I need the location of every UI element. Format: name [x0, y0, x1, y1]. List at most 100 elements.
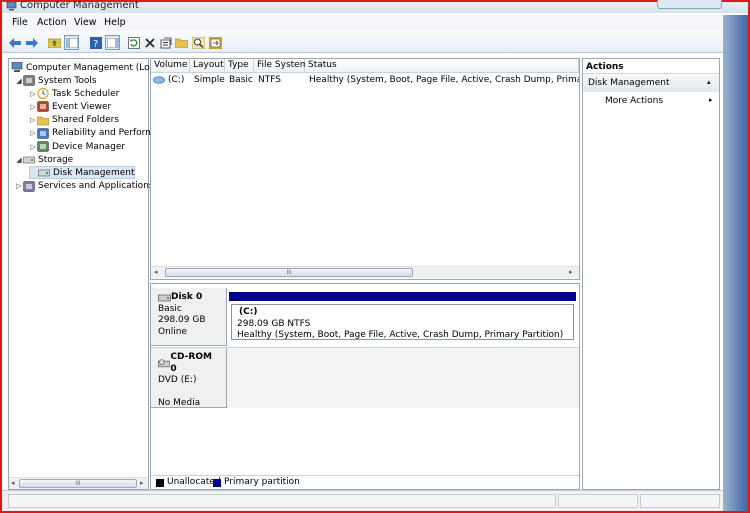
tree-item-storage[interactable]: ◢ Storage [15, 153, 73, 166]
cdrom-0-label[interactable]: CD-ROM 0 DVD (E:) No Media [151, 348, 227, 408]
tree-item-system-tools[interactable]: ◢ System Tools [15, 74, 97, 87]
actions-title: Actions [586, 62, 624, 72]
menu-action[interactable]: Action [37, 17, 67, 28]
back-button[interactable] [7, 35, 22, 50]
menu-view[interactable]: View [74, 17, 97, 28]
tree-item-label: Storage [38, 154, 74, 165]
help-button[interactable]: ? [88, 35, 103, 50]
cdrom-media-area [227, 348, 579, 408]
tree-item-label: Disk Management [53, 167, 135, 178]
tree-item-shared-folders[interactable]: ▷ Shared Folders [29, 114, 119, 127]
volume-scroll-thumb[interactable]: III [165, 268, 413, 277]
event-viewer-icon [37, 101, 49, 113]
tree-item-root[interactable]: Computer Management (Local [11, 61, 163, 74]
tree-item-services-and-applications[interactable]: ▷ Services and Applications [15, 180, 154, 193]
collapse-icon[interactable]: ◢ [15, 77, 23, 85]
tree-scroll-thumb[interactable]: III [19, 479, 137, 488]
actions-section-label: Disk Management [588, 78, 670, 88]
show-hide-tree-button[interactable] [64, 35, 79, 50]
title-bar[interactable]: Computer Management [2, 0, 748, 13]
disk-0-label[interactable]: Disk 0 Basic 298.09 GB Online [151, 288, 227, 346]
status-bar-section [8, 494, 556, 508]
partition-c[interactable]: (C:) 298.09 GB NTFS Healthy (System, Boo… [229, 292, 576, 342]
volume-list-pane[interactable]: Volume Layout Type File System Status (C… [150, 58, 580, 280]
tree-item-label: Services and Applications [38, 181, 154, 192]
performance-icon [37, 128, 49, 139]
tree-item-device-manager[interactable]: ▷ Device Manager [29, 140, 125, 153]
column-header-layout[interactable]: Layout [190, 59, 225, 73]
properties-button[interactable] [158, 35, 173, 50]
folder-icon [175, 38, 188, 48]
tree-item-label: Reliability and Performa [52, 128, 160, 139]
cd-drive-icon [158, 359, 171, 368]
open-folder-button[interactable] [174, 35, 189, 50]
show-action-pane-button[interactable] [105, 35, 120, 50]
console-tree-pane[interactable]: Computer Management (Local ◢ System Tools… [8, 58, 163, 490]
expand-icon[interactable]: ▷ [15, 182, 23, 190]
column-header-type[interactable]: Type [225, 59, 254, 73]
cell-status: Healthy (System, Boot, Page File, Active… [309, 75, 579, 85]
scroll-left-icon[interactable]: ◂ [154, 268, 158, 276]
cell-volume: (C:) [168, 75, 185, 85]
legend-swatch-primary [213, 479, 221, 487]
scroll-right-icon[interactable]: ▸ [569, 268, 573, 276]
partition-size-fs: 298.09 GB NTFS [237, 318, 311, 329]
disk-icon [158, 294, 171, 302]
submenu-arrow-icon: ▸ [709, 96, 713, 104]
up-level-button[interactable] [47, 35, 62, 50]
forward-arrow-icon [25, 37, 38, 48]
find-button[interactable] [191, 35, 206, 50]
tree-item-event-viewer[interactable]: ▷ Event Viewer [29, 100, 111, 113]
cell-type: Basic [229, 75, 253, 85]
tree-horizontal-scrollbar[interactable]: ◂ III ▸ [9, 477, 148, 489]
volume-list-horizontal-scrollbar[interactable]: ◂ III ▸ [151, 266, 579, 278]
disk-name: Disk 0 [171, 292, 203, 302]
tree-item-label: Shared Folders [52, 115, 120, 126]
tree-item-label: Device Manager [52, 141, 126, 152]
tree-item-label: Computer Management (Local [26, 62, 163, 73]
scroll-left-icon[interactable]: ◂ [11, 479, 15, 487]
menu-file[interactable]: File [12, 17, 28, 28]
volume-icon [153, 76, 165, 84]
back-arrow-icon [8, 37, 21, 48]
action-more-actions[interactable]: More Actions ▸ [583, 94, 719, 109]
disk-type: DVD (E:) [158, 375, 197, 385]
tree-item-task-scheduler[interactable]: ▷ Task Scheduler [29, 87, 119, 100]
disk-graphical-pane[interactable]: Disk 0 Basic 298.09 GB Online (C:) 298.0… [150, 283, 580, 490]
close-icon [144, 37, 155, 48]
legend-swatch-unallocated [156, 479, 164, 487]
cell-file-system: NTFS [258, 75, 281, 85]
export-list-button[interactable] [208, 35, 223, 50]
disk-type: Basic [158, 303, 182, 314]
collapse-up-icon[interactable]: ▴ [707, 78, 711, 86]
actions-section-disk-management[interactable]: Disk Management ▴ [583, 75, 719, 92]
tree-item-disk-management[interactable]: Disk Management [29, 166, 136, 180]
column-header-status[interactable]: Status [305, 59, 579, 73]
expand-icon[interactable]: ▷ [29, 143, 37, 151]
menu-help[interactable]: Help [104, 17, 126, 28]
column-header-volume[interactable]: Volume [151, 59, 190, 73]
partition-c-box[interactable]: (C:) 298.09 GB NTFS Healthy (System, Boo… [231, 304, 574, 340]
table-row[interactable]: (C:) Simple Basic NTFS Healthy (System, … [151, 74, 579, 86]
column-header-file-system[interactable]: File System [254, 59, 308, 73]
forward-button[interactable] [24, 35, 39, 50]
expand-icon[interactable]: ▷ [29, 116, 37, 124]
export-icon [209, 36, 222, 49]
device-manager-icon [37, 141, 49, 152]
delete-button[interactable] [142, 35, 157, 50]
help-icon: ? [89, 36, 102, 49]
status-bar-section [558, 494, 638, 508]
collapse-icon[interactable]: ◢ [15, 156, 23, 164]
refresh-icon [127, 36, 140, 49]
tree-item-reliability-and-performa[interactable]: ▷ Reliability and Performa [29, 127, 159, 140]
refresh-button[interactable] [126, 35, 141, 50]
expand-icon[interactable]: ▷ [29, 103, 37, 111]
expand-icon[interactable]: ▷ [29, 90, 37, 98]
properties-icon [160, 37, 171, 48]
scroll-right-icon[interactable]: ▸ [140, 479, 144, 487]
window-controls[interactable] [657, 0, 722, 9]
action-label: More Actions [605, 96, 664, 106]
clock-icon [37, 88, 49, 100]
disk-state: No Media [158, 397, 201, 408]
expand-icon[interactable]: ▷ [29, 129, 37, 137]
